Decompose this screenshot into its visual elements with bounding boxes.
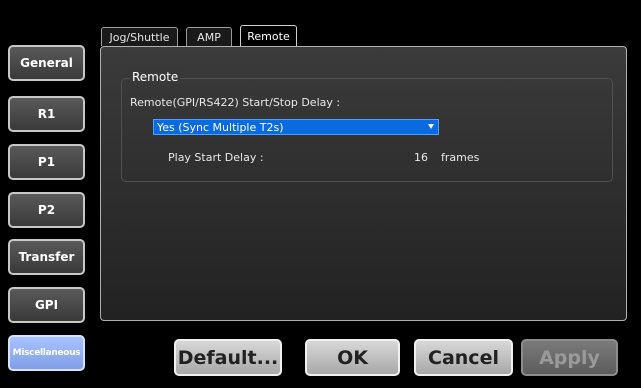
- remote-group-title: Remote: [130, 70, 181, 84]
- sidebar-item-p1[interactable]: P1: [8, 144, 85, 180]
- sidebar-item-gpi[interactable]: GPI: [8, 287, 85, 323]
- start-stop-delay-label: Remote(GPI/RS422) Start/Stop Delay :: [130, 96, 341, 109]
- sidebar-item-r1[interactable]: R1: [8, 96, 85, 132]
- chevron-down-icon: [428, 124, 434, 129]
- sidebar-item-p2[interactable]: P2: [8, 192, 85, 228]
- tab-amp[interactable]: AMP: [186, 27, 232, 46]
- tab-remote[interactable]: Remote: [240, 25, 297, 47]
- ok-button[interactable]: OK: [305, 339, 400, 376]
- sidebar-item-general[interactable]: General: [8, 45, 85, 81]
- start-stop-delay-value: Yes (Sync Multiple T2s): [157, 120, 284, 134]
- play-start-delay-value[interactable]: 16: [414, 151, 428, 164]
- settings-panel: Remote: [100, 46, 627, 321]
- apply-button[interactable]: Apply: [521, 339, 618, 376]
- start-stop-delay-select[interactable]: Yes (Sync Multiple T2s): [153, 119, 439, 135]
- default-button[interactable]: Default...: [174, 339, 282, 376]
- sidebar-item-miscellaneous[interactable]: Miscellaneous: [8, 335, 85, 371]
- cancel-button[interactable]: Cancel: [414, 339, 513, 376]
- play-start-delay-label: Play Start Delay :: [168, 151, 264, 164]
- tab-jog-shuttle[interactable]: Jog/Shuttle: [101, 27, 178, 46]
- sidebar-item-transfer[interactable]: Transfer: [8, 239, 85, 275]
- play-start-delay-unit: frames: [441, 151, 480, 164]
